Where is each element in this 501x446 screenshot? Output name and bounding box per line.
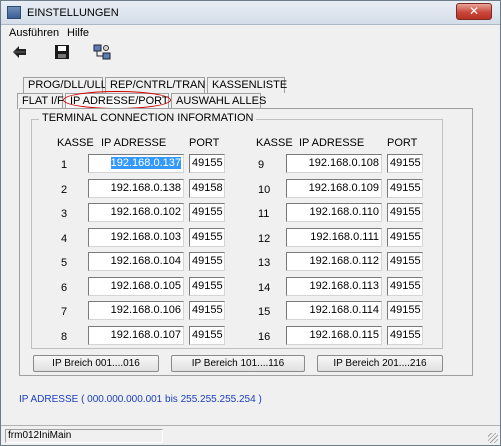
kasse-number: 11 [258, 208, 270, 220]
ip-address-value: 192.168.0.110 [309, 206, 379, 218]
port-input[interactable]: 49158 [189, 179, 225, 198]
window-title: EINSTELLUNGEN [27, 7, 119, 19]
ip-address-input[interactable]: 192.168.0.104 [88, 252, 184, 271]
ip-address-input[interactable]: 192.168.0.105 [88, 277, 184, 296]
kasse-number: 9 [258, 159, 265, 171]
port-input[interactable]: 49155 [387, 179, 423, 198]
ip-address-value: 192.168.0.112 [309, 255, 379, 267]
status-form-name: frm012IniMain [5, 429, 163, 443]
ip-address-input[interactable]: 192.168.0.115 [286, 326, 382, 345]
kasse-number: 3 [61, 208, 68, 220]
kasse-number: 8 [61, 331, 68, 343]
port-input[interactable]: 49155 [387, 326, 423, 345]
menu-hilfe[interactable]: Hilfe [67, 27, 89, 39]
ip-address-input[interactable]: 192.168.0.106 [88, 301, 184, 320]
kasse-number: 15 [258, 306, 271, 318]
settings-window: EINSTELLUNGEN ✕ Ausführen Hilfe PROG/DLL… [0, 0, 501, 446]
ip-address-value: 192.168.0.138 [110, 182, 181, 194]
ip-address-input[interactable]: 192.168.0.108 [286, 154, 382, 173]
header-ip-right: IP ADRESSE [299, 137, 365, 149]
ip-address-input[interactable]: 192.168.0.103 [88, 228, 184, 247]
title-bar[interactable]: EINSTELLUNGEN ✕ [1, 1, 500, 25]
ip-address-value: 192.168.0.137 [110, 157, 181, 169]
ip-address-input[interactable]: 192.168.0.110 [286, 203, 382, 222]
port-input[interactable]: 49155 [387, 277, 423, 296]
kasse-number: 13 [258, 257, 271, 269]
menu-bar: Ausführen Hilfe [1, 25, 500, 41]
tab-row-1: PROG/DLL/ULL REP/CNTRL/TRAN KASSENLISTE [23, 77, 293, 93]
group-title: TERMINAL CONNECTION INFORMATION [39, 112, 257, 124]
kasse-number: 7 [61, 306, 68, 318]
back-arrow-icon[interactable] [11, 43, 29, 61]
port-input[interactable]: 49155 [387, 301, 423, 320]
ip-address-input[interactable]: 192.168.0.111 [286, 228, 382, 247]
ip-address-input[interactable]: 192.168.0.137 [88, 154, 184, 173]
ip-address-value: 192.168.0.111 [310, 231, 379, 243]
port-input[interactable]: 49155 [189, 203, 225, 222]
port-input[interactable]: 49155 [189, 277, 225, 296]
port-input[interactable]: 49155 [189, 326, 225, 345]
ip-range-001-016-button[interactable]: IP Breich 001....016 [33, 355, 159, 372]
tab-auswahl-alles[interactable]: AUSWAHL ALLES [171, 93, 266, 109]
ip-address-value: 192.168.0.114 [309, 304, 379, 316]
menu-ausfuehren[interactable]: Ausführen [9, 27, 59, 39]
kasse-number: 6 [61, 282, 68, 294]
kasse-number: 14 [258, 282, 271, 294]
ip-address-input[interactable]: 192.168.0.107 [88, 326, 184, 345]
kasse-number: 10 [258, 184, 271, 196]
ip-range-201-216-button[interactable]: IP Bereich 201....216 [317, 355, 443, 372]
kasse-number: 1 [61, 159, 68, 171]
ip-address-value: 192.168.0.106 [110, 304, 181, 316]
ip-address-value: 192.168.0.108 [308, 157, 379, 169]
port-input[interactable]: 49155 [387, 228, 423, 247]
ip-address-input[interactable]: 192.168.0.114 [286, 301, 382, 320]
ip-address-input[interactable]: 192.168.0.109 [286, 179, 382, 198]
ip-address-value: 192.168.0.105 [110, 280, 181, 292]
ip-range-101-116-button[interactable]: IP Bereich 101....116 [171, 355, 305, 372]
ip-address-input[interactable]: 192.168.0.102 [88, 203, 184, 222]
ip-address-value: 192.168.0.115 [309, 329, 379, 341]
header-port-right: PORT [387, 137, 418, 149]
ip-address-value: 192.168.0.109 [308, 182, 379, 194]
ip-address-input[interactable]: 192.168.0.112 [286, 252, 382, 271]
kasse-number: 12 [258, 233, 271, 245]
port-input[interactable]: 49155 [387, 203, 423, 222]
kasse-number: 2 [61, 184, 68, 196]
ip-address-value: 192.168.0.107 [110, 329, 181, 341]
header-kasse-right: KASSE [256, 137, 293, 149]
port-input[interactable]: 49155 [387, 252, 423, 271]
resize-grip-icon[interactable] [488, 433, 498, 443]
close-button[interactable]: ✕ [456, 3, 492, 20]
header-kasse-left: KASSE [57, 137, 94, 149]
toolbar [1, 41, 500, 65]
port-input[interactable]: 49155 [387, 154, 423, 173]
ip-address-value: 192.168.0.103 [110, 231, 181, 243]
ip-address-value: 192.168.0.104 [110, 255, 181, 267]
ip-range-hint: IP ADRESSE ( 000.000.000.001 bis 255.255… [19, 394, 262, 405]
ip-address-input[interactable]: 192.168.0.138 [88, 179, 184, 198]
header-ip-left: IP ADRESSE [101, 137, 167, 149]
ip-address-input[interactable]: 192.168.0.113 [286, 277, 382, 296]
status-bar: frm012IniMain [1, 425, 500, 445]
tab-flat-if[interactable]: FLAT I/F [17, 93, 64, 109]
ip-address-value: 192.168.0.102 [110, 206, 181, 218]
tab-kassenliste[interactable]: KASSENLISTE [207, 77, 287, 93]
port-input[interactable]: 49155 [189, 154, 225, 173]
port-input[interactable]: 49155 [189, 252, 225, 271]
save-disk-icon[interactable] [53, 43, 71, 61]
tab-prog-dll-ull[interactable]: PROG/DLL/ULL [23, 77, 107, 93]
ip-address-value: 192.168.0.113 [309, 280, 379, 292]
network-config-icon[interactable] [93, 43, 111, 61]
port-input[interactable]: 49155 [189, 228, 225, 247]
port-input[interactable]: 49155 [189, 301, 225, 320]
kasse-number: 16 [258, 331, 271, 343]
kasse-number: 4 [61, 233, 68, 245]
app-icon [7, 6, 21, 19]
kasse-number: 5 [61, 257, 68, 269]
header-port-left: PORT [189, 137, 220, 149]
active-tab-highlight [63, 91, 171, 109]
